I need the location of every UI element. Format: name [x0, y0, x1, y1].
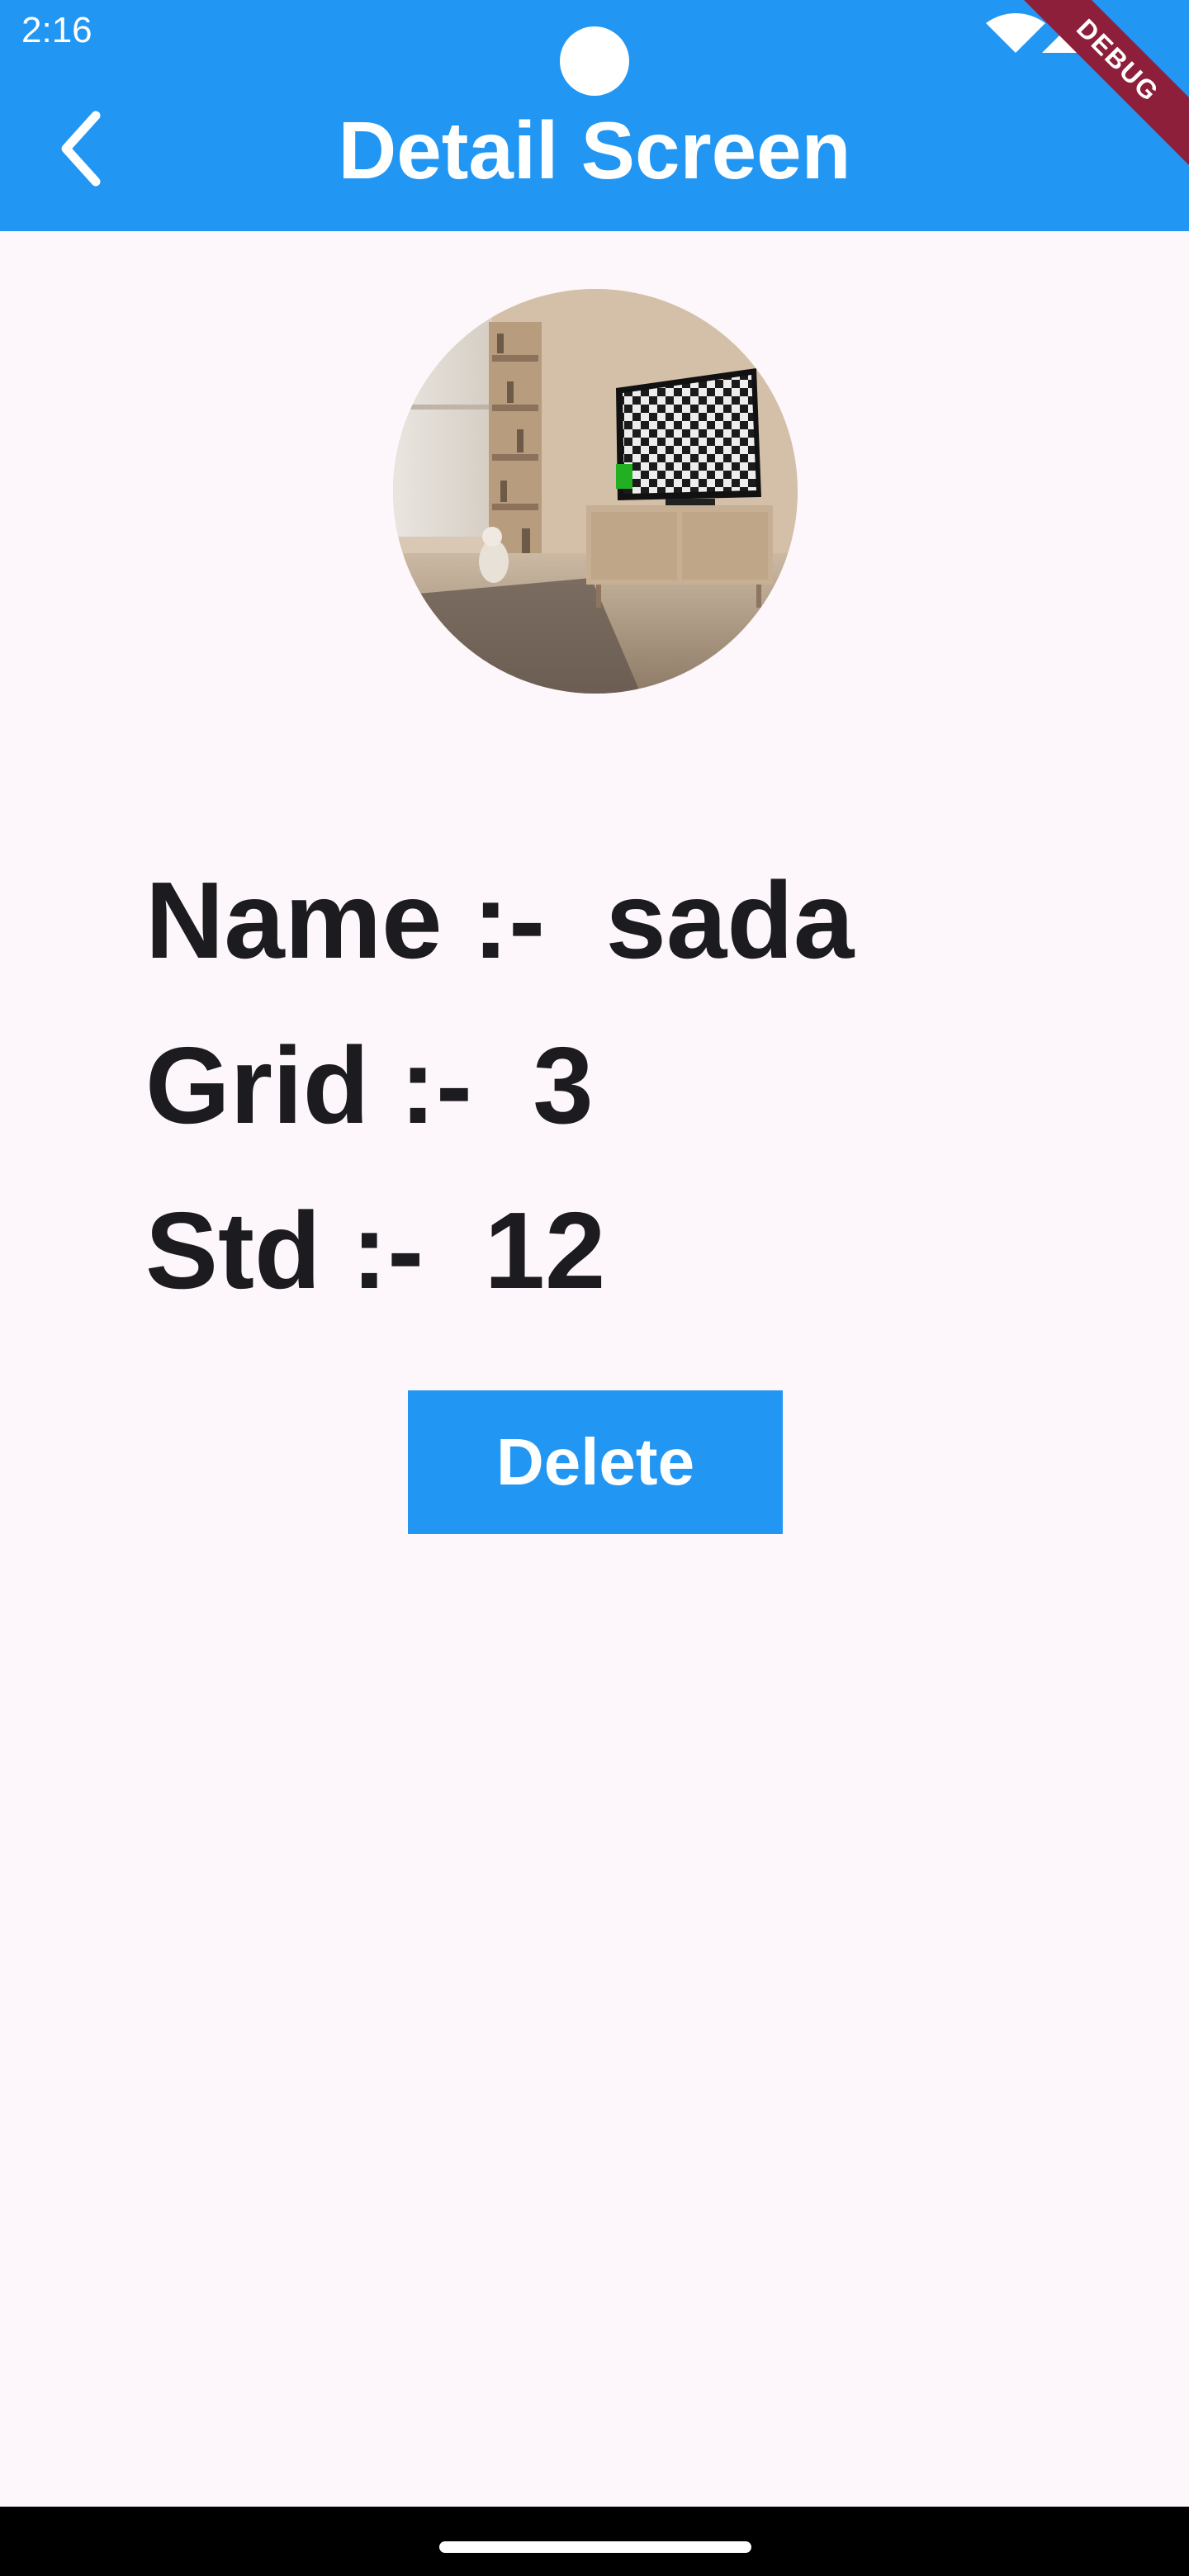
- delete-button[interactable]: Delete: [408, 1390, 783, 1534]
- home-gesture-handle[interactable]: [439, 2541, 751, 2553]
- living-room-photo: [393, 289, 798, 694]
- grid-text: Grid :- 3: [145, 1025, 594, 1146]
- status-time: 2:16: [21, 10, 92, 50]
- avatar: [393, 289, 798, 694]
- app-bar: 2:16 DEBUG Detail Screen: [0, 0, 1189, 231]
- page-title: Detail Screen: [338, 105, 851, 196]
- wifi-icon: [986, 13, 1045, 53]
- std-text: Std :- 12: [145, 1190, 606, 1311]
- name-text: Name :- sada: [145, 859, 855, 981]
- camera-cutout: [560, 26, 629, 96]
